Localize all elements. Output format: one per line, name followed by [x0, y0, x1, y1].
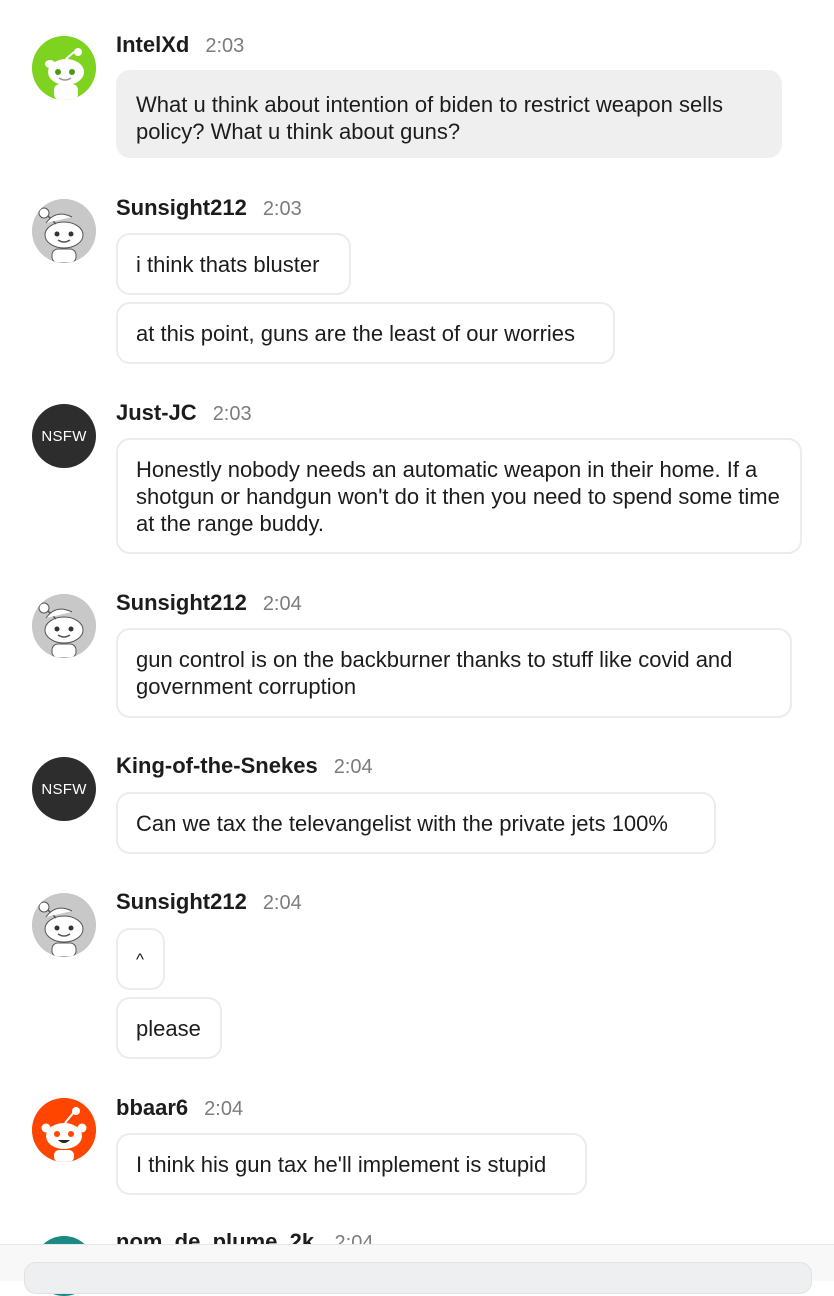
username[interactable]: Sunsight212 [116, 889, 247, 915]
nsfw-avatar-label: NSFW [41, 780, 87, 798]
message-text: at this point, guns are the least of our… [136, 321, 576, 346]
message-text: please [136, 1016, 201, 1041]
username[interactable]: Sunsight212 [116, 195, 247, 221]
message-bubble[interactable]: at this point, guns are the least of our… [116, 302, 615, 364]
message-text: Honestly nobody needs an automatic weapo… [136, 457, 780, 536]
message-text: ^ [136, 950, 144, 969]
username[interactable]: King-of-the-Snekes [116, 753, 318, 779]
message-text: Can we tax the televangelist with the pr… [136, 811, 668, 836]
timestamp: 2:04 [262, 593, 302, 615]
username[interactable]: Sunsight212 [116, 590, 247, 616]
timestamp: 2:03 [205, 35, 245, 57]
message-bubble[interactable]: I think his gun tax he'll implement is s… [116, 1133, 587, 1195]
timestamp: 2:03 [212, 403, 252, 425]
message-bubble[interactable]: gun control is on the backburner thanks … [116, 628, 792, 718]
timestamp: 2:03 [262, 198, 302, 220]
snoo-avatar-icon[interactable] [32, 199, 96, 263]
message-text: What u think about intention of biden to… [136, 92, 724, 144]
message-text: i think thats bluster [136, 252, 320, 277]
username[interactable]: nom_de_plume_2k [116, 1229, 314, 1245]
message-input[interactable] [24, 1262, 812, 1294]
message-bubble[interactable]: ^ [116, 928, 165, 990]
message-bubble[interactable]: i think thats bluster [116, 233, 351, 295]
message-bubble[interactable]: Can we tax the televangelist with the pr… [116, 792, 716, 854]
snoo-avatar-icon[interactable] [32, 1098, 96, 1162]
snoo-avatar-icon[interactable] [32, 893, 96, 957]
timestamp: 2:04 [333, 756, 373, 778]
timestamp: 2:04 [204, 1098, 244, 1120]
message-bubble[interactable]: Honestly nobody needs an automatic weapo… [116, 438, 802, 554]
message-text: gun control is on the backburner thanks … [136, 647, 733, 699]
snoo-avatar-icon[interactable] [32, 36, 96, 100]
username[interactable]: IntelXd [116, 32, 189, 58]
timestamp: 2:04 [262, 892, 302, 914]
message-bubble[interactable]: What u think about intention of biden to… [116, 70, 782, 158]
nsfw-avatar-icon[interactable]: NSFW [32, 757, 96, 821]
snoo-avatar-icon[interactable] [32, 594, 96, 658]
nsfw-avatar-label: NSFW [41, 427, 87, 445]
nsfw-avatar-icon[interactable]: NSFW [32, 404, 96, 468]
message-text: I think his gun tax he'll implement is s… [136, 1152, 547, 1177]
username[interactable]: Just-JC [116, 400, 197, 426]
username[interactable]: bbaar6 [116, 1095, 188, 1121]
message-bubble[interactable]: please [116, 997, 222, 1059]
